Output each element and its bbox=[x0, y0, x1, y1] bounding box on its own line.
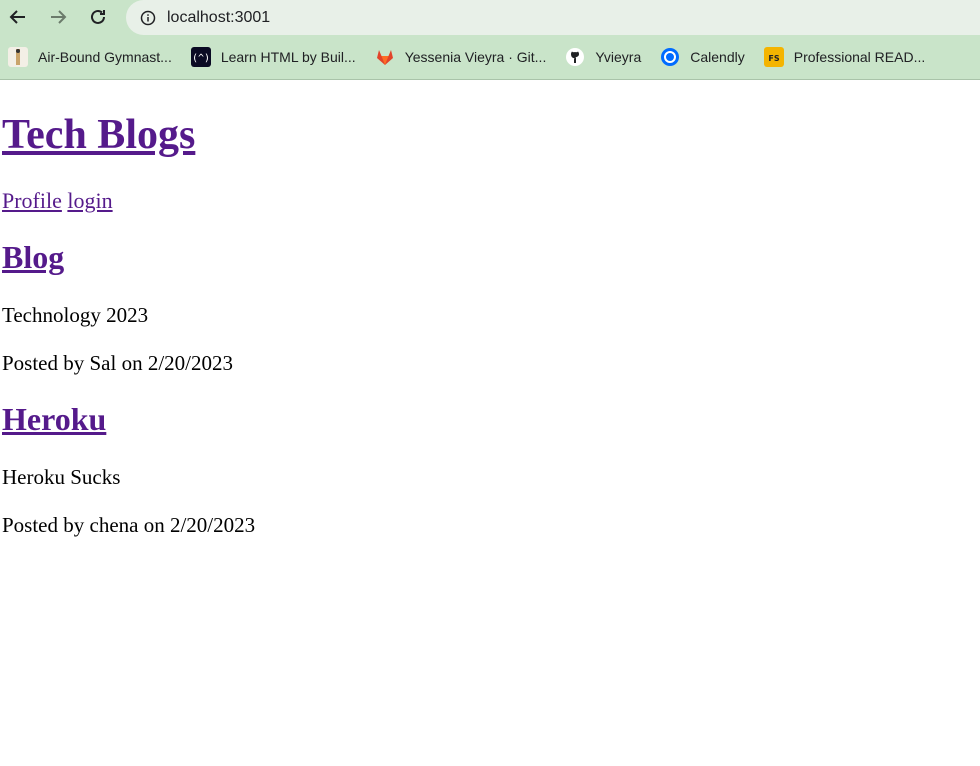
bookmark-item[interactable]: FS Professional READ... bbox=[763, 47, 926, 67]
main-nav: Profile login bbox=[2, 188, 978, 214]
post-meta: Posted by Sal on 2/20/2023 bbox=[2, 351, 234, 375]
gymnast-icon bbox=[8, 47, 28, 67]
bookmark-label: Yvieyra bbox=[595, 49, 642, 65]
bookmark-label: Learn HTML by Buil... bbox=[220, 49, 356, 65]
post-body: Heroku Sucks bbox=[2, 465, 121, 489]
fs-icon: FS bbox=[763, 47, 784, 67]
svg-text:FS: FS bbox=[768, 54, 779, 63]
info-icon[interactable] bbox=[139, 9, 157, 27]
profile-link[interactable]: Profile bbox=[2, 188, 62, 213]
back-button[interactable] bbox=[5, 4, 31, 30]
bookmark-item[interactable]: (^) Learn HTML by Buil... bbox=[190, 47, 356, 67]
post-body: Technology 2023 bbox=[2, 303, 149, 327]
bookmark-item[interactable]: Air-Bound Gymnast... bbox=[8, 47, 172, 67]
bookmark-label: Calendly bbox=[690, 49, 745, 65]
arrow-left-icon bbox=[9, 10, 25, 24]
post-meta: Posted by chena on 2/20/2023 bbox=[2, 513, 256, 537]
browser-toolbar bbox=[0, 0, 980, 35]
post-heading: Blog bbox=[2, 238, 978, 276]
arrow-right-icon bbox=[51, 10, 67, 24]
gitlab-icon bbox=[375, 47, 395, 67]
calendly-icon bbox=[660, 47, 680, 67]
bookmark-label: Air-Bound Gymnast... bbox=[38, 49, 172, 65]
post: Blog Technology 2023 Posted by Sal on 2/… bbox=[2, 238, 978, 376]
browser-chrome: Air-Bound Gymnast... (^) Learn HTML by B… bbox=[0, 0, 980, 80]
post-heading: Heroku bbox=[2, 400, 978, 438]
login-link[interactable]: login bbox=[67, 188, 112, 213]
address-bar[interactable] bbox=[126, 0, 980, 35]
reload-icon bbox=[91, 9, 105, 24]
freecodecamp-icon: (^) bbox=[190, 47, 211, 67]
post-title-link[interactable]: Heroku bbox=[2, 401, 106, 437]
bookmarks-bar: Air-Bound Gymnast... (^) Learn HTML by B… bbox=[0, 35, 980, 80]
post: Heroku Heroku Sucks Posted by chena on 2… bbox=[2, 400, 978, 538]
site-header: Tech Blogs bbox=[2, 112, 978, 158]
bookmark-item[interactable]: Calendly bbox=[660, 47, 745, 67]
reload-button[interactable] bbox=[85, 4, 111, 30]
github-icon bbox=[565, 47, 585, 67]
site-title-link[interactable]: Tech Blogs bbox=[2, 112, 195, 158]
bookmark-item[interactable]: Yvieyra bbox=[565, 47, 641, 67]
post-title-link[interactable]: Blog bbox=[2, 239, 64, 275]
bookmark-item[interactable]: Yessenia Vieyra · Git... bbox=[375, 47, 547, 67]
url-input[interactable] bbox=[167, 8, 867, 27]
page-content: Tech Blogs Profile login Blog Technology… bbox=[0, 112, 980, 538]
bookmark-label: Professional READ... bbox=[793, 49, 926, 65]
svg-text:(^): (^) bbox=[193, 53, 209, 64]
forward-button[interactable] bbox=[45, 4, 71, 30]
bookmark-label: Yessenia Vieyra · Git... bbox=[404, 49, 547, 65]
